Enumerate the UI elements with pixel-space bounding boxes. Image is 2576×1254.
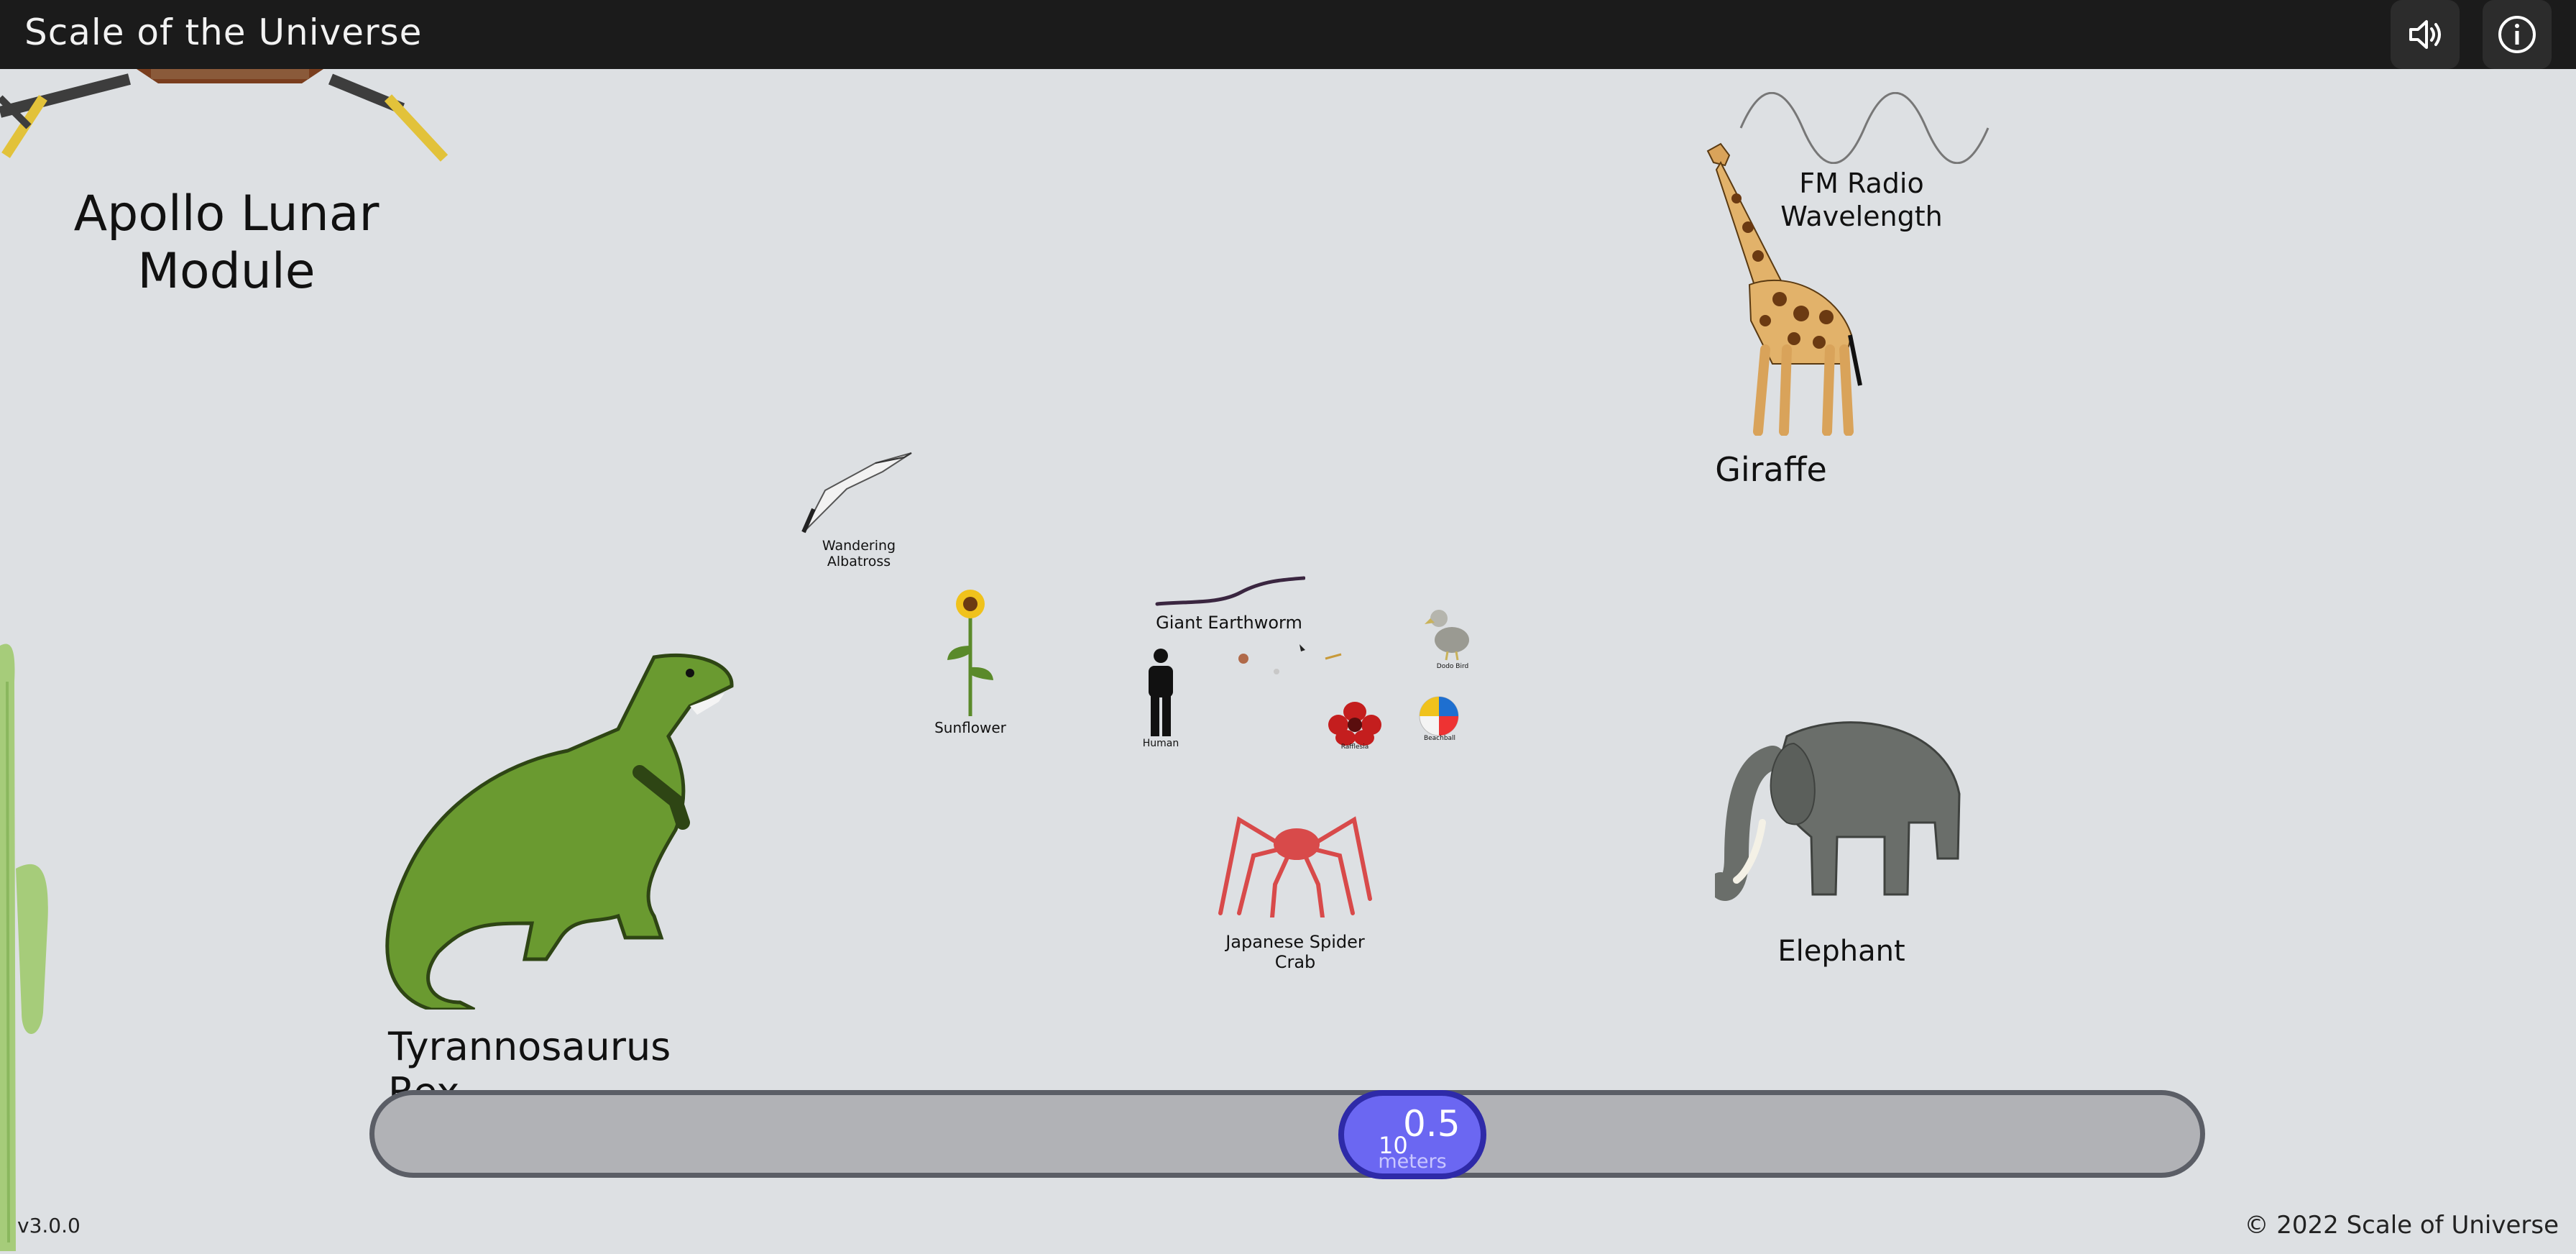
- top-bar: Scale of the Universe: [0, 0, 2576, 69]
- dodo-image[interactable]: [1425, 604, 1475, 664]
- apollo-label: Apollo Lunar Module: [73, 186, 380, 300]
- scale-slider-track[interactable]: [369, 1090, 2205, 1178]
- cactus-image[interactable]: [0, 639, 52, 1254]
- spider-crab-image[interactable]: [1218, 813, 1376, 920]
- elephant-image[interactable]: [1708, 715, 1966, 905]
- sunflower-image[interactable]: [942, 588, 999, 720]
- apollo-lunar-module-image[interactable]: [0, 69, 460, 165]
- earthworm-label: Giant Earthworm: [1156, 613, 1302, 633]
- sunflower-label: Sunflower: [934, 719, 1006, 736]
- sound-button[interactable]: [2391, 0, 2460, 69]
- trex-image[interactable]: [381, 650, 740, 1012]
- beachball-image[interactable]: [1417, 695, 1460, 741]
- version-label: v3.0.0: [17, 1214, 80, 1237]
- giraffe-label: Giraffe: [1715, 450, 1827, 489]
- tiny-objects-cluster[interactable]: [1236, 640, 1344, 679]
- elephant-label: Elephant: [1777, 935, 1905, 968]
- giraffe-image[interactable]: [1679, 134, 1866, 439]
- dodo-label: Dodo Bird: [1436, 663, 1469, 670]
- info-button[interactable]: [2483, 0, 2552, 69]
- scale-exponent: 0.5: [1403, 1103, 1460, 1145]
- human-label: Human: [1142, 738, 1179, 749]
- scale-unit: meters: [1378, 1150, 1447, 1173]
- rafflesia-label: Rafflesia: [1340, 743, 1369, 751]
- earthworm-image[interactable]: [1154, 572, 1306, 611]
- app-title: Scale of the Universe: [24, 12, 423, 53]
- rafflesia-image[interactable]: [1328, 702, 1381, 749]
- beachball-label: Beachball: [1423, 735, 1456, 742]
- spider-crab-label: Japanese Spider Crab: [1225, 932, 1365, 972]
- albatross-label: Wandering Albatross: [822, 538, 896, 569]
- scale-slider-thumb[interactable]: 0.5 10 meters: [1338, 1090, 1486, 1179]
- human-image[interactable]: [1143, 649, 1179, 739]
- albatross-image[interactable]: [796, 447, 919, 536]
- copyright-label: © 2022 Scale of Universe: [2244, 1211, 2559, 1240]
